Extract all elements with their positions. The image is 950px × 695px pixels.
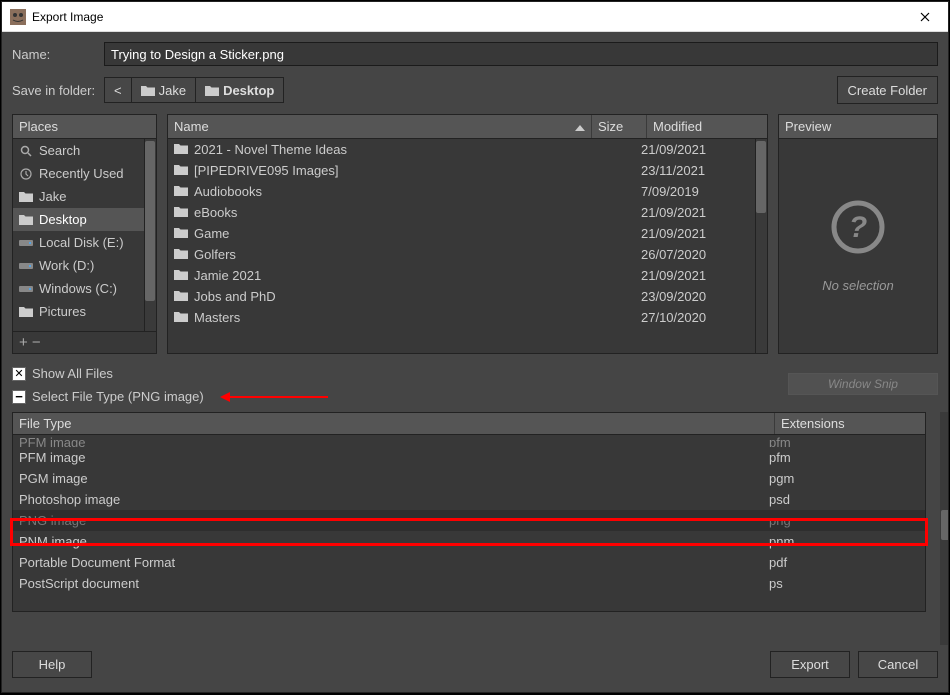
folder-icon: [174, 247, 188, 262]
preview-panel: Preview ? No selection: [778, 114, 938, 354]
disk-icon: [19, 259, 33, 273]
column-header-name[interactable]: Name: [168, 115, 592, 138]
question-icon: ?: [830, 199, 886, 258]
app-icon: [10, 9, 26, 25]
file-row[interactable]: [PIPEDRIVE095 Images]23/11/2021: [168, 160, 767, 181]
file-type-panel: File Type Extensions PFM imagepfmPFM ima…: [12, 412, 926, 612]
folder-icon: [174, 289, 188, 304]
folder-icon: [174, 184, 188, 199]
breadcrumb-item[interactable]: Desktop: [196, 77, 284, 103]
place-item[interactable]: Jake: [13, 185, 156, 208]
window-title: Export Image: [32, 10, 902, 24]
places-panel: Places SearchRecently UsedJakeDesktopLoc…: [12, 114, 157, 354]
disk-icon: [19, 236, 33, 250]
folder-icon: [174, 142, 188, 157]
preview-text: No selection: [822, 278, 894, 293]
minus-icon: −: [12, 390, 26, 404]
file-row[interactable]: Jamie 202121/09/2021: [168, 265, 767, 286]
breadcrumb-back[interactable]: <: [104, 77, 132, 103]
search-icon: [19, 144, 33, 158]
folder-icon: [174, 205, 188, 220]
filetype-row[interactable]: PNM imagepnm: [13, 531, 925, 552]
column-header-size[interactable]: Size: [592, 115, 647, 138]
create-folder-button[interactable]: Create Folder: [837, 76, 938, 104]
file-row[interactable]: Golfers26/07/2020: [168, 244, 767, 265]
file-row[interactable]: Audiobooks7/09/2019: [168, 181, 767, 202]
titlebar: Export Image: [2, 2, 948, 32]
place-item[interactable]: Windows (C:): [13, 277, 156, 300]
column-header-filetype[interactable]: File Type: [13, 413, 775, 434]
filetype-row[interactable]: PostScript documentps: [13, 573, 925, 594]
name-label: Name:: [12, 47, 104, 62]
place-item[interactable]: Search: [13, 139, 156, 162]
place-item[interactable]: Work (D:): [13, 254, 156, 277]
file-row[interactable]: Jobs and PhD23/09/2020: [168, 286, 767, 307]
disk-icon: [19, 282, 33, 296]
help-button[interactable]: Help: [12, 651, 92, 678]
name-input[interactable]: [104, 42, 938, 66]
breadcrumb-item[interactable]: Jake: [132, 77, 196, 103]
folder-icon: [19, 213, 33, 227]
annotation-arrow: [228, 396, 328, 398]
folder-icon: [174, 310, 188, 325]
folder-icon: [174, 163, 188, 178]
cancel-button[interactable]: Cancel: [858, 651, 938, 678]
file-row[interactable]: eBooks21/09/2021: [168, 202, 767, 223]
places-header: Places: [13, 115, 156, 139]
file-row[interactable]: Game21/09/2021: [168, 223, 767, 244]
filetype-row[interactable]: PNG imagepng: [13, 510, 925, 531]
filetype-scrollbar[interactable]: [940, 412, 948, 645]
svg-text:?: ?: [849, 211, 867, 244]
place-item[interactable]: Local Disk (E:): [13, 231, 156, 254]
window-snip-overlay: Window Snip: [788, 373, 938, 395]
folder-icon: [174, 268, 188, 283]
filetype-row[interactable]: PFM imagepfm: [13, 447, 925, 468]
folder-icon: [19, 305, 33, 319]
places-scrollbar[interactable]: [144, 139, 156, 331]
breadcrumb: <JakeDesktop: [104, 77, 284, 103]
place-item[interactable]: Recently Used: [13, 162, 156, 185]
folder-icon: [19, 190, 33, 204]
places-footer[interactable]: + −: [13, 331, 156, 353]
filetype-row[interactable]: PGM imagepgm: [13, 468, 925, 489]
recent-icon: [19, 167, 33, 181]
export-button[interactable]: Export: [770, 651, 850, 678]
filetype-row[interactable]: Photoshop imagepsd: [13, 489, 925, 510]
file-row[interactable]: Masters27/10/2020: [168, 307, 767, 328]
place-item[interactable]: Desktop: [13, 208, 156, 231]
checkbox-icon: ✕: [12, 367, 26, 381]
filetype-row[interactable]: PFM imagepfm: [13, 435, 925, 447]
column-header-extensions[interactable]: Extensions: [775, 413, 925, 434]
folder-label: Save in folder:: [12, 83, 104, 98]
preview-header: Preview: [779, 115, 937, 139]
file-row[interactable]: 2021 - Novel Theme Ideas21/09/2021: [168, 139, 767, 160]
file-list-panel: Name Size Modified 2021 - Novel Theme Id…: [167, 114, 768, 354]
filelist-scrollbar[interactable]: [755, 139, 767, 353]
column-header-modified[interactable]: Modified: [647, 115, 767, 138]
filetype-row[interactable]: Portable Document Formatpdf: [13, 552, 925, 573]
sort-asc-icon: [575, 119, 585, 134]
folder-icon: [174, 226, 188, 241]
close-button[interactable]: [902, 2, 948, 32]
place-item[interactable]: Pictures: [13, 300, 156, 323]
